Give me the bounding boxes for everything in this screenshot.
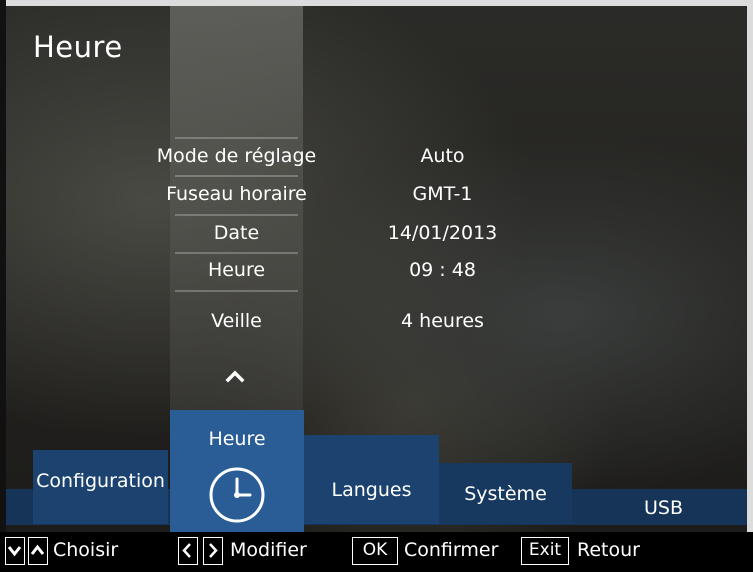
setting-value[interactable]: GMT-1 — [340, 183, 545, 205]
frame-right — [747, 0, 753, 572]
tab-langues[interactable]: Langues — [304, 435, 439, 524]
tab-label: Heure — [208, 428, 266, 450]
row-divider — [175, 252, 298, 254]
setting-row-date[interactable]: Date 14/01/2013 — [0, 219, 753, 249]
chevron-up-icon[interactable] — [220, 364, 250, 388]
arrow-left-key-icon — [178, 537, 198, 565]
setting-value[interactable]: 09 : 48 — [340, 259, 545, 281]
setting-label: Fuseau horaire — [166, 183, 307, 205]
frame-left — [0, 0, 6, 572]
row-divider — [175, 175, 298, 177]
arrow-up-key-icon — [28, 537, 48, 565]
tab-label: USB — [643, 497, 683, 519]
setting-label: Heure — [207, 259, 266, 281]
tab-heure-selected[interactable]: Heure — [170, 410, 304, 532]
tab-configuration[interactable]: Configuration — [33, 450, 168, 524]
tab-usb[interactable]: USB — [572, 489, 747, 525]
tab-systeme[interactable]: Système — [439, 463, 572, 524]
row-divider — [175, 290, 298, 292]
key-hint-bar: Choisir Modifier OK Confirmer Exit Retou… — [0, 532, 753, 572]
hint-choose-label: Choisir — [53, 539, 119, 561]
setting-value[interactable]: Auto — [340, 145, 545, 167]
clock-icon — [208, 466, 266, 524]
frame-top — [0, 0, 753, 6]
tab-label: Langues — [331, 479, 412, 501]
tab-label: Configuration — [36, 470, 165, 492]
page-title: Heure — [33, 30, 123, 64]
arrow-right-key-icon — [203, 537, 223, 565]
hint-confirm-label: Confirmer — [404, 539, 499, 561]
ok-key: OK — [352, 537, 398, 565]
row-divider — [175, 214, 298, 216]
setting-label: Mode de réglage — [156, 145, 317, 167]
hint-back-label: Retour — [577, 539, 640, 561]
setting-row-mode[interactable]: Mode de réglage Auto — [0, 142, 753, 172]
setting-value[interactable]: 4 heures — [340, 310, 545, 332]
time-settings-screen: Heure Mode de réglage Auto Fuseau horair… — [0, 0, 753, 572]
exit-key: Exit — [521, 537, 569, 565]
arrow-down-key-icon — [5, 537, 25, 565]
setting-label: Veille — [211, 310, 262, 332]
setting-row-timezone[interactable]: Fuseau horaire GMT-1 — [0, 180, 753, 210]
setting-value[interactable]: 14/01/2013 — [340, 222, 545, 244]
hint-modify-label: Modifier — [230, 539, 307, 561]
row-divider — [175, 137, 298, 139]
tab-label: Système — [464, 483, 547, 505]
setting-label: Date — [213, 222, 260, 244]
setting-row-time[interactable]: Heure 09 : 48 — [0, 256, 753, 286]
setting-row-standby[interactable]: Veille 4 heures — [0, 307, 753, 337]
